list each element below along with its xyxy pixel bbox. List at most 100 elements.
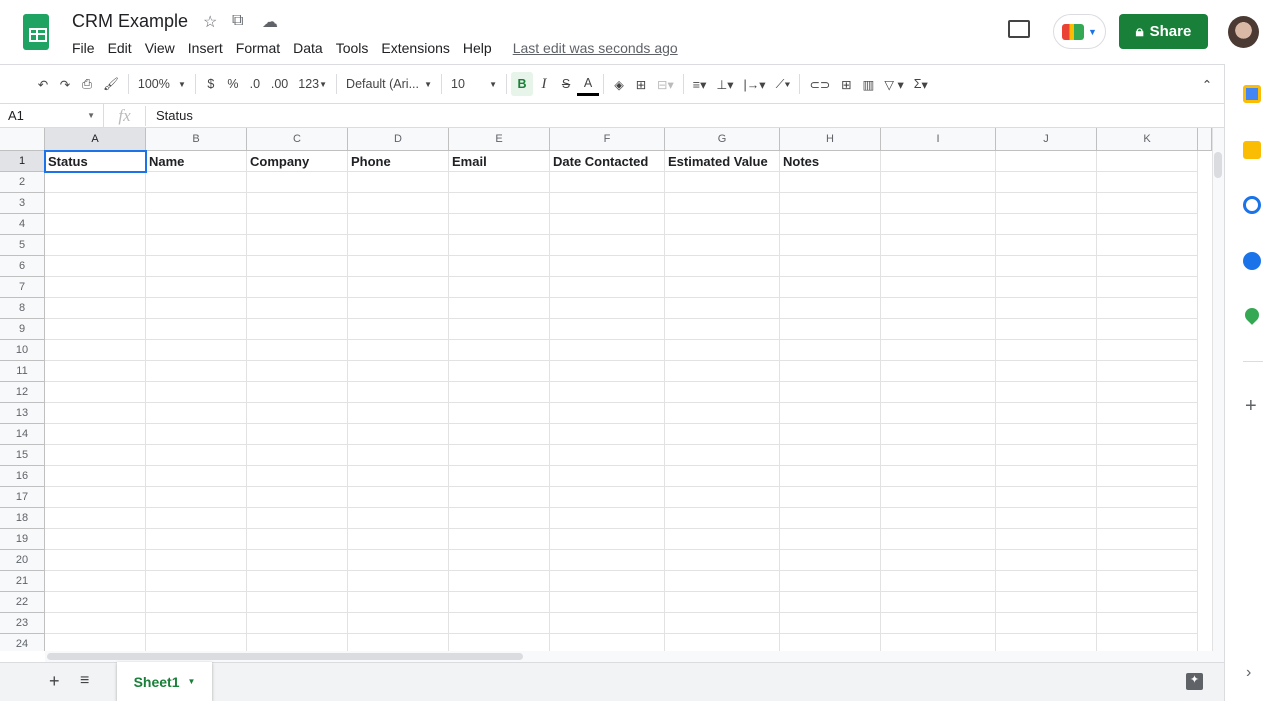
- cell-d2[interactable]: [348, 172, 449, 193]
- column-header-k[interactable]: K: [1097, 128, 1198, 151]
- cell-f24[interactable]: [550, 634, 665, 651]
- cell-d6[interactable]: [348, 256, 449, 277]
- cell-j1[interactable]: [996, 151, 1097, 172]
- cell-k13[interactable]: [1097, 403, 1198, 424]
- cell-j7[interactable]: [996, 277, 1097, 298]
- cell-i3[interactable]: [881, 193, 996, 214]
- cell-f16[interactable]: [550, 466, 665, 487]
- row-header[interactable]: 1: [0, 151, 45, 172]
- cell-j6[interactable]: [996, 256, 1097, 277]
- cell-h19[interactable]: [780, 529, 881, 550]
- cell-a24[interactable]: [45, 634, 146, 651]
- cell-d14[interactable]: [348, 424, 449, 445]
- cell-f10[interactable]: [550, 340, 665, 361]
- menu-help[interactable]: Help: [463, 40, 492, 56]
- tasks-icon[interactable]: [1243, 196, 1261, 214]
- cell-k12[interactable]: [1097, 382, 1198, 403]
- cell-e14[interactable]: [449, 424, 550, 445]
- cell-h3[interactable]: [780, 193, 881, 214]
- cell-f18[interactable]: [550, 508, 665, 529]
- cell-i24[interactable]: [881, 634, 996, 651]
- cell-f5[interactable]: [550, 235, 665, 256]
- cell-c14[interactable]: [247, 424, 348, 445]
- cell-b1[interactable]: Name: [146, 151, 247, 172]
- cell-a8[interactable]: [45, 298, 146, 319]
- cell-c12[interactable]: [247, 382, 348, 403]
- font-select[interactable]: Default (Ari... ▼: [341, 72, 437, 96]
- borders-icon[interactable]: ⊞: [630, 72, 652, 96]
- cell-b6[interactable]: [146, 256, 247, 277]
- cell-f22[interactable]: [550, 592, 665, 613]
- cell-c6[interactable]: [247, 256, 348, 277]
- cell-d22[interactable]: [348, 592, 449, 613]
- cell-h5[interactable]: [780, 235, 881, 256]
- cell-c10[interactable]: [247, 340, 348, 361]
- cell-h16[interactable]: [780, 466, 881, 487]
- cell-h18[interactable]: [780, 508, 881, 529]
- avatar[interactable]: [1228, 16, 1259, 48]
- row-header[interactable]: 3: [0, 193, 45, 214]
- doc-title[interactable]: CRM Example: [72, 11, 188, 32]
- cell-a20[interactable]: [45, 550, 146, 571]
- cell-h24[interactable]: [780, 634, 881, 651]
- cell-a5[interactable]: [45, 235, 146, 256]
- explore-icon[interactable]: ✦: [1186, 673, 1203, 690]
- zoom-select[interactable]: 100% ▼: [133, 72, 191, 96]
- cell-i21[interactable]: [881, 571, 996, 592]
- cell-k15[interactable]: [1097, 445, 1198, 466]
- fill-color-icon[interactable]: ◈: [608, 72, 630, 96]
- cell-h15[interactable]: [780, 445, 881, 466]
- cell-j15[interactable]: [996, 445, 1097, 466]
- cell-h22[interactable]: [780, 592, 881, 613]
- cell-e2[interactable]: [449, 172, 550, 193]
- cell-g2[interactable]: [665, 172, 780, 193]
- cell-j17[interactable]: [996, 487, 1097, 508]
- cell-i5[interactable]: [881, 235, 996, 256]
- cell-i4[interactable]: [881, 214, 996, 235]
- select-all-corner[interactable]: [0, 128, 45, 151]
- cell-a1[interactable]: Status: [44, 150, 147, 173]
- cell-f19[interactable]: [550, 529, 665, 550]
- cell-a12[interactable]: [45, 382, 146, 403]
- cell-f7[interactable]: [550, 277, 665, 298]
- cell-g9[interactable]: [665, 319, 780, 340]
- cell-g21[interactable]: [665, 571, 780, 592]
- cell-f21[interactable]: [550, 571, 665, 592]
- cell-j21[interactable]: [996, 571, 1097, 592]
- cell-g16[interactable]: [665, 466, 780, 487]
- row-header[interactable]: 14: [0, 424, 45, 445]
- cell-f17[interactable]: [550, 487, 665, 508]
- bold-button[interactable]: B: [511, 72, 534, 96]
- horizontal-scroll-thumb[interactable]: [47, 653, 523, 660]
- menu-file[interactable]: File: [72, 40, 95, 56]
- column-header-e[interactable]: E: [449, 128, 550, 151]
- paint-format-icon[interactable]: 🖌︎: [98, 72, 124, 96]
- cell-d15[interactable]: [348, 445, 449, 466]
- cell-h4[interactable]: [780, 214, 881, 235]
- cell-f15[interactable]: [550, 445, 665, 466]
- cell-d5[interactable]: [348, 235, 449, 256]
- cell-e12[interactable]: [449, 382, 550, 403]
- cell-b11[interactable]: [146, 361, 247, 382]
- cell-i17[interactable]: [881, 487, 996, 508]
- cell-a19[interactable]: [45, 529, 146, 550]
- vertical-scroll-thumb[interactable]: [1214, 152, 1222, 178]
- cell-e19[interactable]: [449, 529, 550, 550]
- row-header[interactable]: 12: [0, 382, 45, 403]
- cell-k24[interactable]: [1097, 634, 1198, 651]
- cell-j20[interactable]: [996, 550, 1097, 571]
- undo-icon[interactable]: ↶: [32, 72, 54, 96]
- cell-g5[interactable]: [665, 235, 780, 256]
- cell-h13[interactable]: [780, 403, 881, 424]
- cell-e5[interactable]: [449, 235, 550, 256]
- cell-h17[interactable]: [780, 487, 881, 508]
- column-header-c[interactable]: C: [247, 128, 348, 151]
- cell-d17[interactable]: [348, 487, 449, 508]
- cell-i13[interactable]: [881, 403, 996, 424]
- cell-j10[interactable]: [996, 340, 1097, 361]
- column-header-f[interactable]: F: [550, 128, 665, 151]
- cell-g17[interactable]: [665, 487, 780, 508]
- cell-i18[interactable]: [881, 508, 996, 529]
- cell-i22[interactable]: [881, 592, 996, 613]
- decrease-decimal-button[interactable]: .0: [244, 72, 266, 96]
